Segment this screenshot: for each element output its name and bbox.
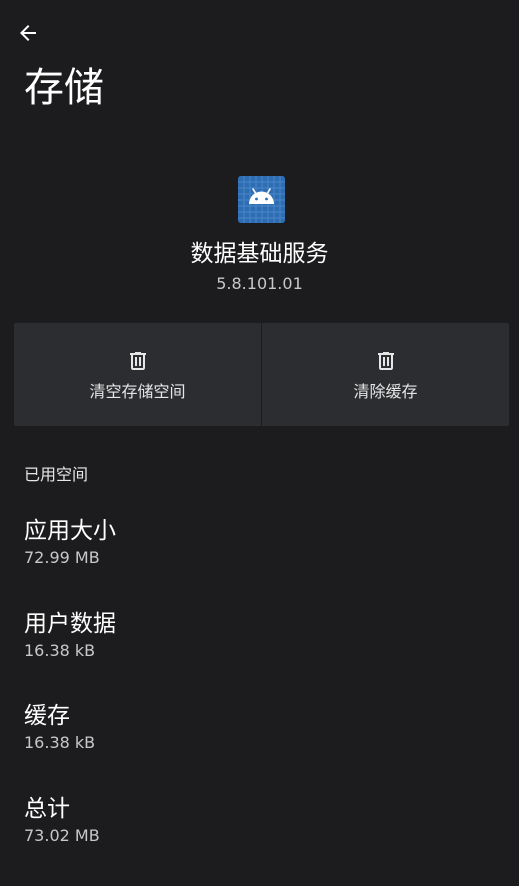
list-item-label: 应用大小 — [24, 518, 116, 544]
list-item-label: 总计 — [24, 796, 70, 822]
app-version: 5.8.101.01 — [216, 274, 303, 293]
list-item-value: 16.38 kB — [24, 641, 96, 660]
page-title: 存储 — [24, 65, 104, 111]
clear-cache-label: 清除缓存 — [353, 382, 418, 401]
list-item-cache: 缓存 16.38 kB — [0, 700, 519, 780]
list-item-app-size: 应用大小 72.99 MB — [0, 515, 519, 595]
list-item-value: 73.02 MB — [24, 826, 100, 845]
storage-actions: 清空存储空间 清除缓存 — [14, 323, 509, 426]
trash-icon — [377, 352, 394, 370]
android-app-icon — [238, 176, 285, 223]
back-button[interactable] — [14, 19, 42, 47]
list-item-label: 缓存 — [24, 703, 70, 729]
arrow-back-icon — [20, 25, 36, 41]
list-item-total: 总计 73.02 MB — [0, 793, 519, 873]
list-item-user-data: 用户数据 16.38 kB — [0, 608, 519, 688]
trash-icon — [129, 352, 146, 370]
list-item-label: 用户数据 — [24, 611, 116, 637]
clear-storage-label: 清空存储空间 — [89, 382, 186, 401]
list-item-value: 72.99 MB — [24, 548, 100, 567]
clear-cache-button[interactable]: 清除缓存 — [261, 323, 509, 426]
list-item-value: 16.38 kB — [24, 733, 96, 752]
app-name: 数据基础服务 — [190, 241, 329, 267]
section-header-used-space: 已用空间 — [24, 465, 89, 484]
clear-storage-button[interactable]: 清空存储空间 — [14, 323, 261, 426]
